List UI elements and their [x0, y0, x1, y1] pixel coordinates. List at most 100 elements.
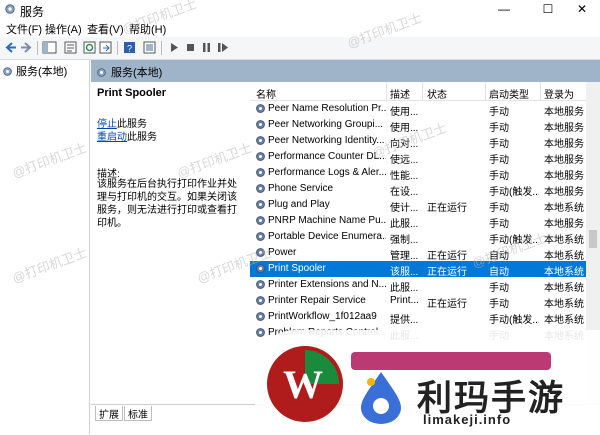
cell-desc: 性能... — [390, 171, 419, 182]
restart-suffix: 此服务 — [127, 132, 157, 143]
cell-logon: 本地服务 — [544, 171, 584, 182]
cell-name: Problem Reports Control... — [268, 327, 386, 338]
stop-service-icon[interactable] — [183, 40, 198, 55]
view-tabs: 扩展 标准 — [91, 404, 600, 435]
cell-startup: 手动 — [489, 123, 509, 134]
toolbar-separator — [161, 41, 162, 55]
refresh-icon[interactable] — [82, 40, 97, 55]
table-row[interactable]: Peer Name Resolution Pr... 使用... 手动 本地服务 — [250, 101, 586, 118]
service-gear-icon — [256, 248, 265, 257]
vertical-scrollbar[interactable] — [586, 82, 600, 404]
column-header-logon-as[interactable]: 登录为 — [544, 86, 574, 101]
close-button[interactable]: ✕ — [562, 0, 600, 18]
service-gear-icon — [256, 136, 265, 145]
help-icon[interactable]: ? — [122, 40, 137, 55]
properties-icon[interactable] — [63, 40, 78, 55]
menu-bar: 文件(F) 操作(A) 查看(V) 帮助(H) — [0, 18, 600, 36]
tree-node-label: 服务(本地) — [16, 66, 68, 78]
table-row[interactable]: Peer Networking Identity... 向对... 手动 本地服务 — [250, 133, 586, 150]
service-gear-icon — [256, 280, 265, 289]
column-header-description[interactable]: 描述 — [390, 86, 410, 101]
table-row[interactable]: PNRP Machine Name Pu... 此服... 手动 本地服务 — [250, 213, 586, 230]
column-divider[interactable] — [485, 82, 486, 100]
cell-startup: 手动 — [489, 139, 509, 150]
cell-desc: 此服... — [390, 219, 419, 230]
cell-startup: 手动 — [489, 171, 509, 182]
table-row[interactable]: Plug and Play 使计... 正在运行 手动 本地系统 — [250, 197, 586, 214]
scrollbar-thumb[interactable] — [589, 230, 597, 248]
table-row[interactable]: PrintWorkflow_1f012aa9 提供... 手动(触发... 本地系统 — [250, 309, 586, 326]
restart-service-icon[interactable] — [215, 40, 230, 55]
cell-startup: 手动(触发... — [489, 235, 539, 246]
cell-startup: 手动(触发... — [489, 315, 539, 326]
cell-startup: 自动 — [489, 251, 509, 262]
menu-file[interactable]: 文件(F) — [6, 21, 42, 37]
console-tree-icon[interactable] — [42, 40, 57, 55]
service-gear-icon — [256, 120, 265, 129]
cell-desc: 在设... — [390, 187, 419, 198]
cell-name: PrintWorkflow_1f012aa9 — [268, 311, 377, 322]
cell-name: Peer Networking Identity... — [268, 135, 385, 146]
service-gear-icon — [256, 104, 265, 113]
menu-view[interactable]: 查看(V) — [87, 21, 124, 37]
cell-logon: 本地系统 — [544, 283, 584, 294]
service-gear-icon — [256, 296, 265, 305]
column-header-status[interactable]: 状态 — [427, 86, 447, 101]
cell-startup: 手动 — [489, 331, 509, 342]
menu-help[interactable]: 帮助(H) — [129, 21, 166, 37]
cell-desc: 强制... — [390, 235, 419, 246]
cell-desc: 使远... — [390, 155, 419, 166]
cell-startup: 自动 — [489, 267, 509, 278]
table-row[interactable]: Portable Device Enumera... 强制... 手动(触发... 本… — [250, 229, 586, 246]
cell-desc: 提供... — [390, 315, 419, 326]
cell-logon: 本地系统 — [544, 267, 584, 278]
menu-action[interactable]: 操作(A) — [45, 21, 82, 37]
cell-name: PNRP Machine Name Pu... — [268, 215, 386, 226]
table-row[interactable]: Performance Logs & Aler... 性能... 手动 本地服务 — [250, 165, 586, 182]
cell-name: Printer Extensions and N... — [268, 279, 386, 290]
service-gear-icon — [256, 328, 265, 337]
table-row[interactable]: Printer Extensions and N... 此服... 手动 本地系统 — [250, 277, 586, 294]
column-divider[interactable] — [540, 82, 541, 100]
service-name-heading: Print Spooler — [97, 87, 167, 99]
table-row[interactable]: Performance Counter DL... 使远... 手动 本地服务 — [250, 149, 586, 166]
service-gear-icon — [256, 264, 265, 273]
service-gear-icon — [256, 184, 265, 193]
cell-name: Print Spooler — [268, 263, 326, 274]
export-list-icon[interactable] — [98, 40, 113, 55]
cell-startup: 手动 — [489, 219, 509, 230]
cell-startup: 手动 — [489, 203, 509, 214]
start-service-icon[interactable] — [166, 40, 181, 55]
tree-node-services-local[interactable]: 服务(本地) — [2, 63, 67, 79]
forward-arrow-icon[interactable] — [19, 40, 34, 55]
cell-desc: 此服... — [390, 283, 419, 294]
console-tree: 服务(本地) — [0, 60, 90, 434]
column-header-startup-type[interactable]: 启动类型 — [489, 86, 529, 101]
tab-extended[interactable]: 扩展 — [95, 406, 123, 421]
cell-name: Portable Device Enumera... — [268, 231, 386, 242]
column-divider[interactable] — [386, 82, 387, 100]
cell-desc: Print... — [390, 295, 419, 306]
cell-logon: 本地服务 — [544, 155, 584, 166]
cell-name: Performance Logs & Aler... — [268, 167, 386, 178]
column-divider[interactable] — [422, 82, 423, 100]
table-row[interactable]: Print Spooler 该服... 正在运行 自动 本地系统 — [250, 261, 586, 278]
table-row[interactable]: Phone Service 在设... 手动(触发... 本地服务 — [250, 181, 586, 198]
table-row[interactable]: Peer Networking Groupi... 使用... 手动 本地服务 — [250, 117, 586, 134]
services-gear-icon — [97, 67, 106, 77]
table-row[interactable]: Power 管理... 正在运行 自动 本地系统 — [250, 245, 586, 262]
restart-service-link[interactable]: 重启动 — [97, 132, 127, 143]
column-header-name[interactable]: 名称 — [256, 86, 276, 101]
table-row[interactable]: Problem Reports Control... 此服... 手动 本地系统 — [250, 325, 586, 342]
pause-service-icon[interactable] — [199, 40, 214, 55]
tab-standard[interactable]: 标准 — [124, 406, 152, 421]
service-gear-icon — [256, 216, 265, 225]
service-gear-icon — [256, 200, 265, 209]
minimize-button[interactable]: — — [484, 0, 524, 18]
view-icon[interactable] — [142, 40, 157, 55]
table-row[interactable]: Printer Repair Service Print... 正在运行 手动 本地系统 — [250, 293, 586, 310]
cell-name: Phone Service — [268, 183, 334, 194]
service-gear-icon — [256, 168, 265, 177]
cell-logon: 本地系统 — [544, 251, 584, 262]
back-arrow-icon[interactable] — [3, 40, 18, 55]
